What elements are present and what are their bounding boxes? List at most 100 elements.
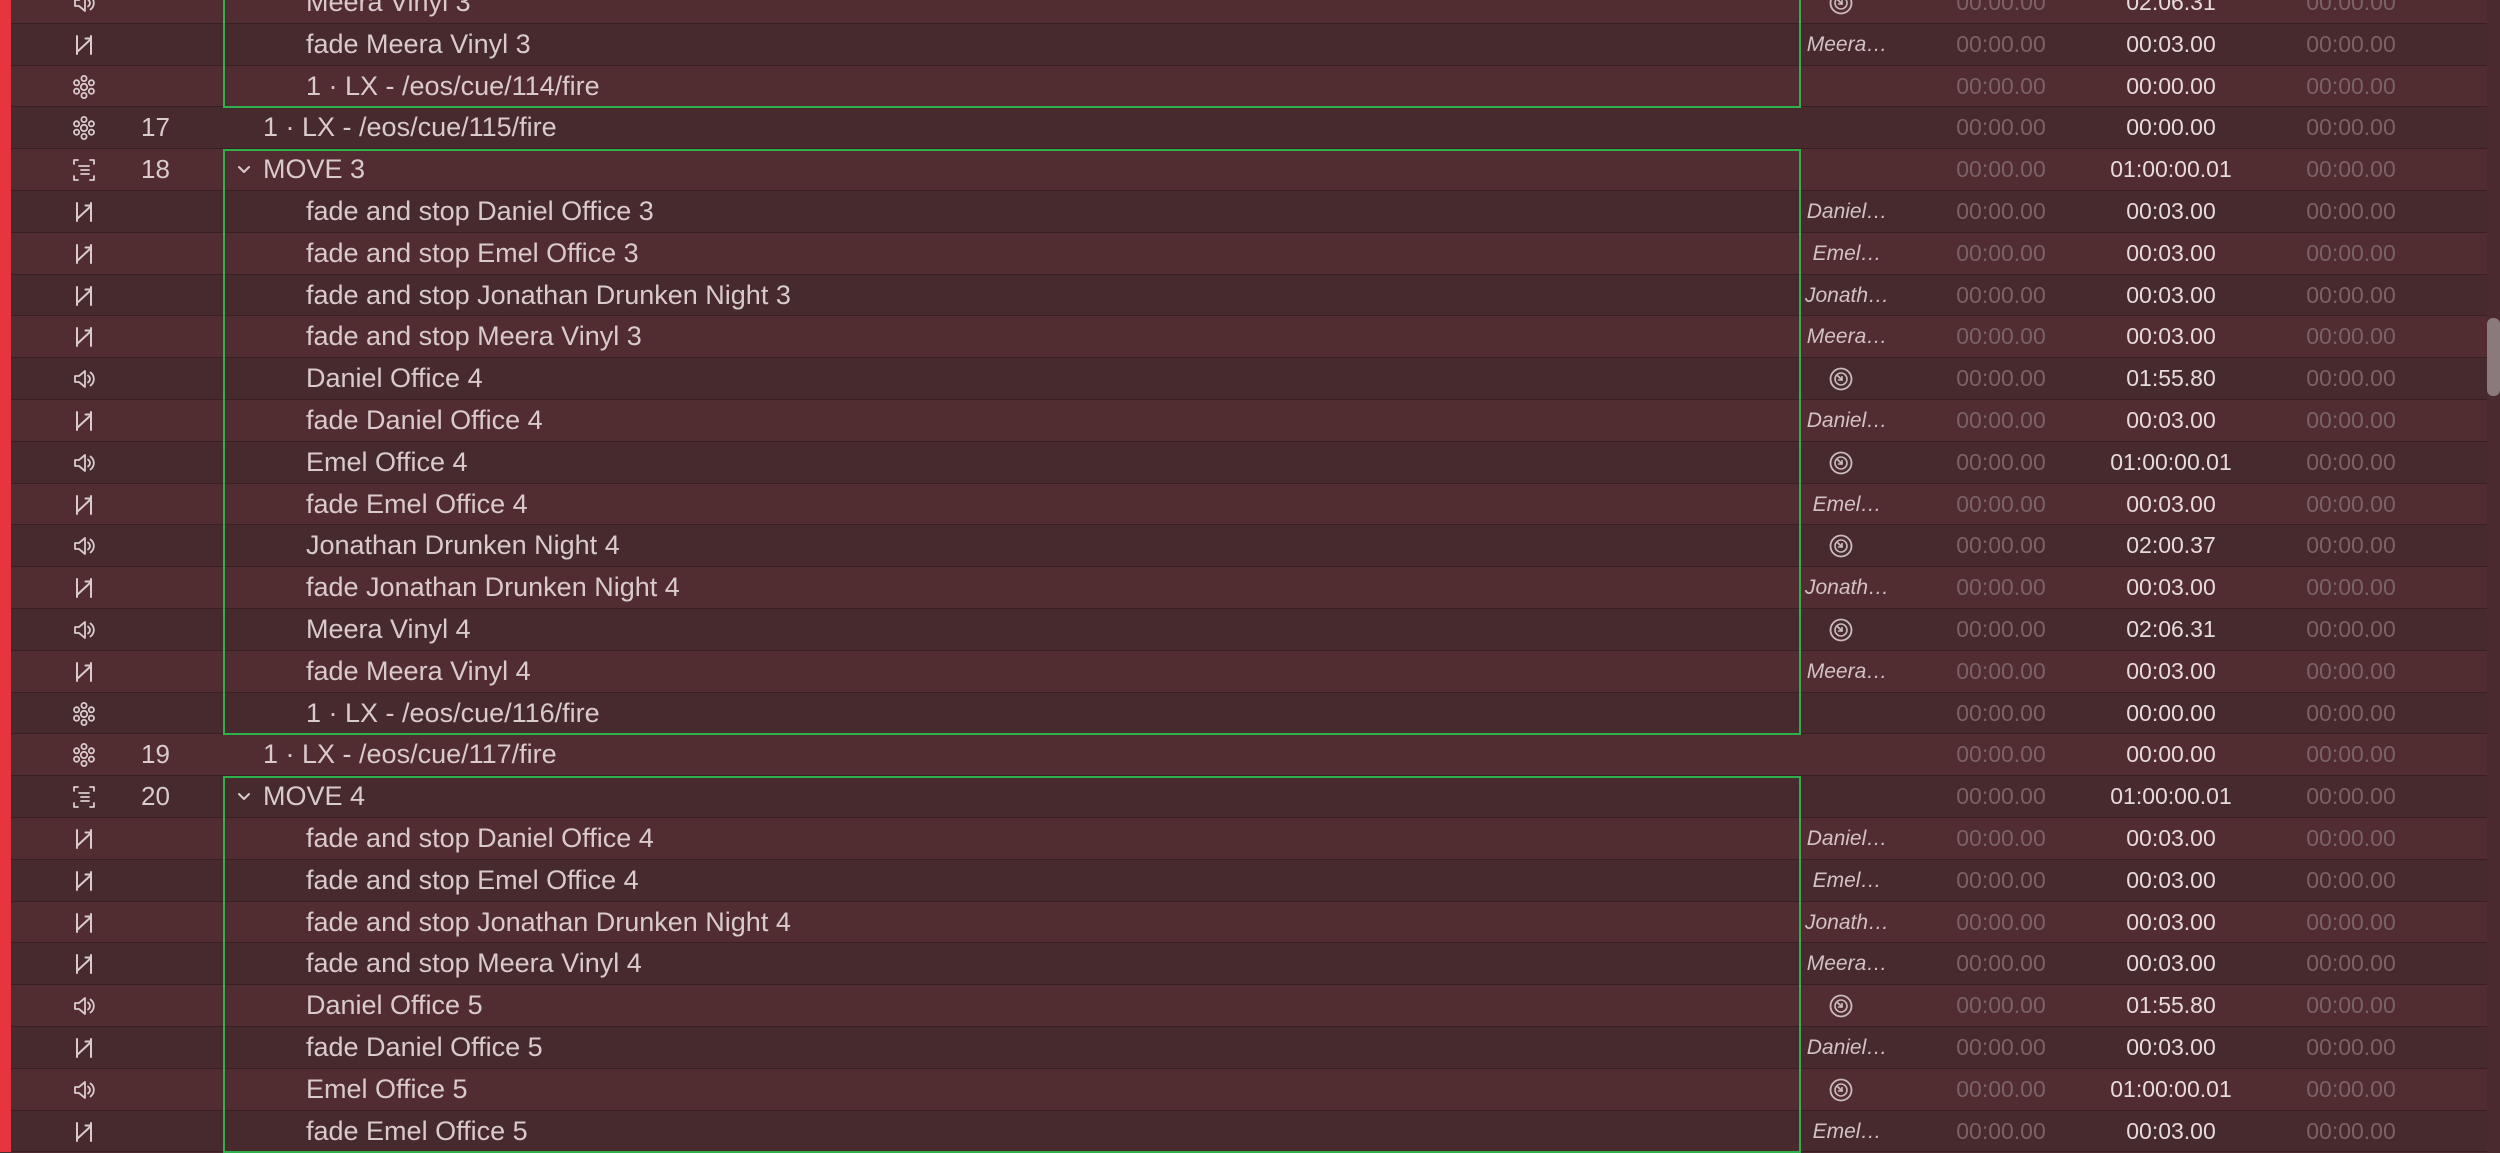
pre-wait: 00:00.00: [1956, 908, 2046, 935]
cue-target: Daniel…: [1806, 826, 1888, 850]
action-duration: 01:55.80: [2126, 992, 2216, 1019]
child-cue-row[interactable]: fade and stop Emel Office 4 Emel… 00:00.00…: [11, 859, 2487, 902]
pre-wait: 00:00.00: [1956, 574, 2046, 601]
pre-wait: 00:00.00: [1956, 824, 2046, 851]
speaker-icon: [71, 1077, 97, 1103]
child-cue-row[interactable]: Daniel Office 4 00:00.00 01:55.80 00:00.00: [11, 358, 2487, 400]
group-icon: [71, 784, 97, 810]
pre-wait: 00:00.00: [1956, 490, 2046, 517]
child-cue-row[interactable]: fade and stop Meera Vinyl 3 Meera… 00:00.0…: [11, 316, 2487, 359]
pre-wait: 00:00.00: [1956, 448, 2046, 475]
cue-row[interactable]: 18 MOVE 3 00:00.00 01:00:00.01 00:00.00: [11, 149, 2487, 191]
cue-row[interactable]: 19 1 · LX - /eos/cue/117/fire 00:00.00 00:0…: [11, 734, 2487, 777]
child-cue-row[interactable]: fade Emel Office 5 Emel… 00:00.00 00:03.00 0…: [11, 1110, 2487, 1153]
chevron-down-icon[interactable]: [233, 786, 255, 808]
cue-name: 1 · LX - /eos/cue/117/fire: [263, 739, 557, 770]
child-cue-row[interactable]: fade and stop Jonathan Drunken Night 4 Jo…: [11, 901, 2487, 944]
action-duration: 01:00:00.01: [2110, 448, 2232, 475]
child-cue-row[interactable]: fade and stop Jonathan Drunken Night 3 Jo…: [11, 274, 2487, 317]
child-cue-row[interactable]: Meera Vinyl 4 00:00.00 02:06.31 00:00.00: [11, 608, 2487, 651]
audio-target-icon: [1828, 993, 1854, 1019]
pre-wait: 00:00.00: [1956, 156, 2046, 183]
cue-row[interactable]: 20 MOVE 4 00:00.00 01:00:00.01 00:00.00: [11, 776, 2487, 818]
action-duration: 02:06.31: [2126, 615, 2216, 642]
post-wait: 00:00.00: [2306, 30, 2396, 57]
cue-name: fade Jonathan Drunken Night 4: [306, 572, 680, 603]
action-duration: 00:03.00: [2126, 1117, 2216, 1144]
child-cue-row[interactable]: fade and stop Meera Vinyl 4 Meera… 00:00.0…: [11, 943, 2487, 986]
post-wait: 00:00.00: [2306, 239, 2396, 266]
fade-icon: [71, 32, 97, 58]
cue-name: MOVE 3: [263, 154, 366, 185]
network-icon: [71, 742, 97, 768]
cue-target: Jonath…: [1804, 910, 1890, 934]
cue-name: Meera Vinyl 4: [306, 613, 471, 644]
child-cue-row[interactable]: Meera Vinyl 3 00:00.00 02:06.31 00:00.00: [11, 0, 2487, 24]
action-duration: 00:03.00: [2126, 824, 2216, 851]
post-wait: 00:00.00: [2306, 114, 2396, 141]
child-cue-row[interactable]: fade Daniel Office 5 Daniel… 00:00.00 00:03…: [11, 1026, 2487, 1069]
cue-target: Meera…: [1806, 32, 1888, 56]
cue-name: fade Daniel Office 4: [306, 404, 543, 435]
child-cue-row[interactable]: fade Meera Vinyl 4 Meera… 00:00.00 00:03.00…: [11, 650, 2487, 693]
action-duration: 01:00:00.01: [2110, 1075, 2232, 1102]
child-cue-row[interactable]: fade and stop Daniel Office 3 Daniel… 00:0…: [11, 190, 2487, 233]
child-cue-row[interactable]: Jonathan Drunken Night 4 00:00.00 02:00.37…: [11, 525, 2487, 568]
action-duration: 00:03.00: [2126, 281, 2216, 308]
cue-number: 18: [141, 154, 170, 185]
fade-icon: [71, 1119, 97, 1145]
chevron-down-icon[interactable]: [233, 159, 255, 181]
post-wait: 00:00.00: [2306, 657, 2396, 684]
pre-wait: 00:00.00: [1956, 30, 2046, 57]
child-cue-row[interactable]: fade and stop Emel Office 3 Emel… 00:00.00…: [11, 232, 2487, 275]
action-duration: 02:06.31: [2126, 0, 2216, 15]
child-cue-row[interactable]: fade Jonathan Drunken Night 4 Jonath… 00:0…: [11, 567, 2487, 609]
cue-target: Meera…: [1806, 659, 1888, 683]
action-duration: 00:03.00: [2126, 574, 2216, 601]
speaker-icon: [71, 533, 97, 559]
cue-name: MOVE 4: [263, 781, 366, 812]
post-wait: 00:00.00: [2306, 0, 2396, 15]
pre-wait: 00:00.00: [1956, 741, 2046, 768]
pre-wait: 00:00.00: [1956, 866, 2046, 893]
child-cue-row[interactable]: fade Meera Vinyl 3 Meera… 00:00.00 00:03.00…: [11, 23, 2487, 66]
action-duration: 00:03.00: [2126, 239, 2216, 266]
cue-name: Meera Vinyl 3: [306, 0, 471, 17]
action-duration: 00:03.00: [2126, 866, 2216, 893]
post-wait: 00:00.00: [2306, 281, 2396, 308]
cue-target: Emel…: [1812, 492, 1882, 516]
child-cue-row[interactable]: 1 · LX - /eos/cue/116/fire 00:00.00 00:00.…: [11, 692, 2487, 735]
speaker-icon: [71, 617, 97, 643]
child-cue-row[interactable]: fade Daniel Office 4 Daniel… 00:00.00 00:03…: [11, 399, 2487, 442]
child-cue-row[interactable]: Emel Office 5 00:00.00 01:00:00.01 00:00.00: [11, 1068, 2487, 1111]
child-cue-row[interactable]: Emel Office 4 00:00.00 01:00:00.01 00:00.00: [11, 441, 2487, 484]
action-duration: 00:03.00: [2126, 197, 2216, 224]
cue-name: 1 · LX - /eos/cue/114/fire: [306, 70, 600, 101]
audio-target-icon: [1828, 366, 1854, 392]
cue-name: 1 · LX - /eos/cue/116/fire: [306, 697, 600, 728]
post-wait: 00:00.00: [2306, 992, 2396, 1019]
cue-number: 19: [141, 739, 170, 770]
child-cue-row[interactable]: fade Emel Office 4 Emel… 00:00.00 00:03.00 0…: [11, 483, 2487, 526]
post-wait: 00:00.00: [2306, 950, 2396, 977]
fade-icon: [71, 408, 97, 434]
post-wait: 00:00.00: [2306, 783, 2396, 810]
speaker-icon: [71, 450, 97, 476]
cue-name: fade Emel Office 4: [306, 488, 528, 519]
action-duration: 00:00.00: [2126, 114, 2216, 141]
cue-name: fade and stop Meera Vinyl 3: [306, 321, 642, 352]
post-wait: 00:00.00: [2306, 908, 2396, 935]
action-duration: 00:03.00: [2126, 908, 2216, 935]
fade-icon: [71, 575, 97, 601]
audio-target-icon: [1828, 450, 1854, 476]
child-cue-row[interactable]: 1 · LX - /eos/cue/114/fire 00:00.00 00:00.…: [11, 65, 2487, 108]
cue-name: fade Meera Vinyl 3: [306, 28, 531, 59]
action-duration: 01:00:00.01: [2110, 156, 2232, 183]
cue-row[interactable]: 17 1 · LX - /eos/cue/115/fire 00:00.00 00:0…: [11, 107, 2487, 150]
action-duration: 00:03.00: [2126, 406, 2216, 433]
cue-name: fade and stop Jonathan Drunken Night 3: [306, 279, 791, 310]
child-cue-row[interactable]: fade and stop Daniel Office 4 Daniel… 00:0…: [11, 817, 2487, 860]
child-cue-row[interactable]: Daniel Office 5 00:00.00 01:55.80 00:00.00: [11, 985, 2487, 1027]
action-duration: 01:00:00.01: [2110, 783, 2232, 810]
scrollbar-thumb[interactable]: [2487, 318, 2500, 396]
